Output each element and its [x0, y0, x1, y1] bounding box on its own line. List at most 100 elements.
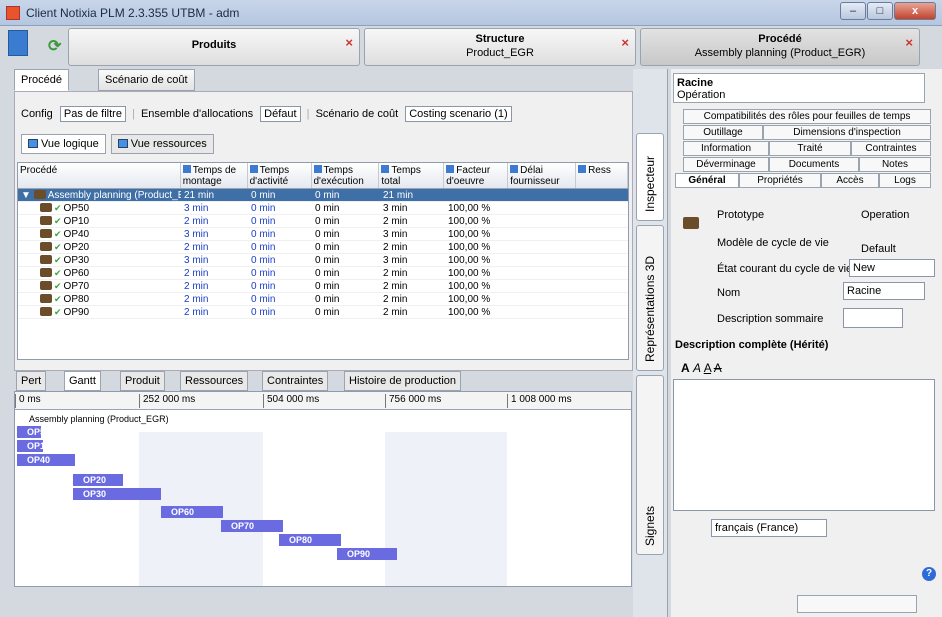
toolbox-icon[interactable]: [8, 30, 28, 56]
summary-input[interactable]: [843, 308, 903, 328]
table-row[interactable]: ✔ OP30 3 min 0 min 0 min 3 min 100,00 %: [18, 254, 628, 267]
tab-dimensions[interactable]: Dimensions d'inspection: [763, 125, 931, 140]
tab-gantt[interactable]: Gantt: [64, 371, 101, 391]
table-cell: 2 min: [383, 307, 408, 318]
tab-procede[interactable]: Procédé Assembly planning (Product_EGR) …: [640, 28, 920, 66]
underline-icon[interactable]: A: [704, 361, 711, 375]
check-icon: ✔: [54, 242, 62, 252]
strike-icon[interactable]: A: [714, 361, 722, 375]
table-row[interactable]: ✔ OP20 2 min 0 min 0 min 2 min 100,00 %: [18, 241, 628, 254]
description-textarea[interactable]: [673, 379, 935, 511]
tab-produits-label: Produits: [191, 39, 237, 51]
tab-contraintes-insp[interactable]: Contraintes: [851, 141, 931, 156]
name-label: Nom: [717, 287, 741, 299]
col-total[interactable]: Temps total: [379, 163, 445, 188]
table-row[interactable]: ✔ OP90 2 min 0 min 0 min 2 min 100,00 %: [18, 306, 628, 319]
procede-table[interactable]: Procédé Temps de montage Temps d'activit…: [17, 162, 629, 360]
state-select[interactable]: New: [849, 259, 935, 277]
tab-acces[interactable]: Accès: [821, 173, 879, 188]
tick-label: 0 ms: [15, 394, 41, 408]
table-cell: 0 min: [251, 307, 276, 318]
tab-histoire[interactable]: Histoire de production: [344, 371, 462, 391]
table-row[interactable]: ✔ OP70 2 min 0 min 0 min 2 min 100,00 %: [18, 280, 628, 293]
col-ress[interactable]: Ress: [576, 163, 628, 188]
tab-traite[interactable]: Traité: [769, 141, 851, 156]
gantt-bar[interactable]: OP60: [161, 506, 223, 518]
tab-notes[interactable]: Notes: [859, 157, 931, 172]
gantt-bar[interactable]: OP10: [17, 440, 50, 452]
cell: 21 min: [383, 190, 414, 201]
col-facteur[interactable]: Facteur d'oeuvre: [444, 163, 509, 188]
check-icon: ✔: [54, 281, 62, 291]
table-cell: 100,00 %: [448, 255, 491, 266]
table-row[interactable]: ✔ OP10 2 min 0 min 0 min 2 min 100,00 %: [18, 215, 628, 228]
gantt-bar[interactable]: OP80: [279, 534, 341, 546]
gantt-bar[interactable]: OP40: [17, 454, 75, 466]
format-toolbar[interactable]: A A A A: [681, 361, 722, 375]
lifecycle-value[interactable]: Default: [861, 243, 896, 255]
col-delai[interactable]: Délai fournisseur: [508, 163, 577, 188]
scenario-select[interactable]: Costing scenario (1): [405, 106, 512, 122]
tab-structure[interactable]: Structure Product_EGR ×: [364, 28, 636, 66]
tab-ressources[interactable]: Ressources: [180, 371, 249, 391]
tab-documents[interactable]: Documents: [769, 157, 859, 172]
table-row[interactable]: ✔ OP50 3 min 0 min 0 min 3 min 100,00 %: [18, 202, 628, 215]
row-label: OP40: [63, 229, 90, 240]
tab-produits[interactable]: Produits ×: [68, 28, 360, 66]
window-title: Client Notixia PLM 2.3.355 UTBM - adm: [26, 6, 240, 20]
col-montage[interactable]: Temps de montage: [181, 163, 248, 188]
col-procede[interactable]: Procédé: [18, 163, 181, 188]
language-select[interactable]: français (France): [711, 519, 827, 537]
tab-vue-logique[interactable]: Vue logique: [21, 134, 106, 154]
gantt-bar[interactable]: OP20: [73, 474, 123, 486]
table-row[interactable]: ✔ OP60 2 min 0 min 0 min 2 min 100,00 %: [18, 267, 628, 280]
table-row[interactable]: ✔ OP80 2 min 0 min 0 min 2 min 100,00 %: [18, 293, 628, 306]
table-cell: ✔ OP90: [18, 306, 181, 318]
gantt-bar[interactable]: OP50: [17, 426, 50, 438]
tab-deverminage[interactable]: Déverminage: [683, 157, 769, 172]
vtab-3d[interactable]: Représentations 3D: [636, 225, 664, 371]
refresh-icon[interactable]: ⟳: [48, 36, 61, 56]
minimize-button[interactable]: –: [840, 2, 866, 20]
tab-compat[interactable]: Compatibilités des rôles pour feuilles d…: [683, 109, 931, 124]
table-cell: 100,00 %: [448, 281, 491, 292]
maximize-button[interactable]: □: [867, 2, 893, 20]
vtab-inspecteur[interactable]: Inspecteur: [636, 133, 664, 221]
tab-outillage[interactable]: Outillage: [683, 125, 763, 140]
tab-logs[interactable]: Logs: [879, 173, 931, 188]
gantt-chart[interactable]: 0 ms 252 000 ms 504 000 ms 756 000 ms 1 …: [14, 391, 632, 587]
name-input[interactable]: Racine: [843, 282, 925, 300]
table-cell: 0 min: [251, 203, 276, 214]
table-row[interactable]: ✔ OP40 3 min 0 min 0 min 3 min 100,00 %: [18, 228, 628, 241]
tab-produit[interactable]: Produit: [120, 371, 165, 391]
help-icon[interactable]: ?: [922, 567, 936, 581]
bold-icon[interactable]: A: [681, 361, 690, 375]
close-tab-icon[interactable]: ×: [345, 35, 353, 50]
col-execution[interactable]: Temps d'exécution: [312, 163, 380, 188]
gantt-bar[interactable]: OP90: [337, 548, 397, 560]
table-row-root[interactable]: ▼ Assembly planning (Product_EGR) 21 min…: [18, 189, 628, 202]
vtab-label: Représentations 3D: [643, 255, 657, 362]
subtab-procede[interactable]: Procédé: [14, 69, 69, 91]
vtab-signets[interactable]: Signets: [636, 375, 664, 555]
tab-general[interactable]: Général: [675, 173, 739, 188]
alloc-select[interactable]: Défaut: [260, 106, 301, 122]
close-tab-icon[interactable]: ×: [905, 35, 913, 50]
subtab-scenario[interactable]: Scénario de coût: [98, 69, 195, 91]
close-tab-icon[interactable]: ×: [621, 35, 629, 50]
gantt-bar[interactable]: OP70: [221, 520, 283, 532]
tab-information[interactable]: Information: [683, 141, 769, 156]
tab-pert[interactable]: Pert: [16, 371, 47, 391]
table-cell: 100,00 %: [448, 229, 491, 240]
close-button[interactable]: x: [894, 2, 936, 20]
filter-select[interactable]: Pas de filtre: [59, 106, 126, 122]
col-activite[interactable]: Temps d'activité: [248, 163, 312, 188]
inspector-header[interactable]: Racine Opération: [673, 73, 925, 103]
gantt-bar[interactable]: OP30: [73, 488, 161, 500]
tab-proprietes[interactable]: Propriétés: [739, 173, 821, 188]
tab-contraintes[interactable]: Contraintes: [262, 371, 329, 391]
table-cell: 0 min: [315, 281, 340, 292]
italic-icon[interactable]: A: [693, 361, 701, 375]
tab-vue-ressources[interactable]: Vue ressources: [110, 134, 214, 154]
table-cell: 2 min: [184, 242, 209, 253]
